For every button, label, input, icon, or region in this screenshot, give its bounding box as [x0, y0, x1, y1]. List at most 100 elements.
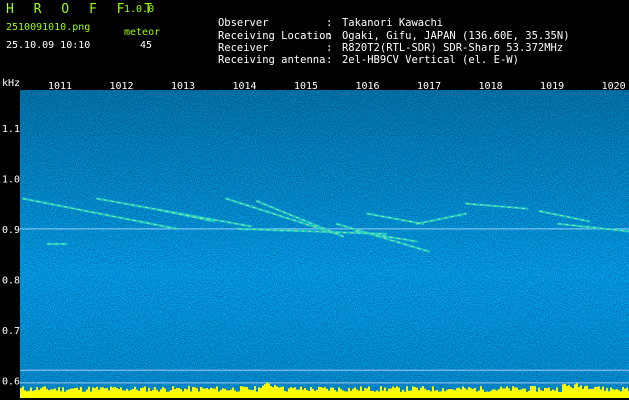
signal-bar	[570, 386, 572, 398]
signal-bar	[336, 391, 338, 398]
signal-bar	[78, 389, 80, 398]
signal-bar	[358, 390, 360, 398]
signal-bar	[166, 391, 168, 398]
signal-bar	[194, 387, 196, 398]
signal-bar	[184, 388, 186, 398]
signal-bar	[36, 387, 38, 398]
signal-bar	[424, 388, 426, 398]
signal-bar	[80, 386, 82, 398]
signal-bar	[626, 387, 628, 398]
signal-bar	[540, 390, 542, 398]
signal-bar	[420, 387, 422, 398]
signal-bar	[124, 390, 126, 398]
signal-bar	[356, 389, 358, 398]
signal-bar	[178, 387, 180, 398]
signal-bar	[288, 388, 290, 398]
signal-bar	[192, 386, 194, 398]
signal-bar	[54, 388, 56, 398]
signal-bar	[20, 388, 22, 398]
signal-bar	[170, 390, 172, 398]
signal-bar	[496, 390, 498, 398]
signal-bar	[610, 387, 612, 398]
signal-bar	[324, 387, 326, 398]
signal-bar	[558, 391, 560, 398]
signal-bar	[416, 387, 418, 398]
signal-bar	[32, 390, 34, 398]
signal-bar	[344, 391, 346, 398]
signal-bar	[542, 390, 544, 398]
signal-bar	[102, 387, 104, 398]
signal-bar	[50, 389, 52, 398]
signal-bar	[90, 391, 92, 398]
signal-bar	[290, 387, 292, 398]
signal-bar	[500, 386, 502, 398]
signal-bar	[586, 385, 588, 398]
signal-bar	[268, 383, 270, 398]
signal-bar	[118, 389, 120, 398]
signal-bar	[478, 390, 480, 398]
x-tick-label: 1020	[602, 81, 626, 92]
signal-bar	[418, 390, 420, 398]
signal-bar	[394, 387, 396, 398]
signal-bar	[584, 386, 586, 398]
signal-bar	[64, 391, 66, 398]
signal-bar	[112, 387, 114, 398]
signal-bar	[308, 390, 310, 398]
y-unit-label: kHz	[2, 78, 20, 89]
signal-bar	[622, 387, 624, 398]
signal-bar	[296, 389, 298, 398]
signal-bar	[312, 388, 314, 398]
signal-bar	[180, 389, 182, 398]
signal-bar	[492, 389, 494, 398]
signal-bar	[294, 387, 296, 398]
signal-bar	[56, 390, 58, 398]
signal-bar	[532, 386, 534, 398]
signal-bar	[556, 387, 558, 398]
signal-bar	[486, 391, 488, 398]
signal-bar	[146, 391, 148, 398]
signal-bar	[132, 388, 134, 398]
signal-bar	[360, 386, 362, 398]
x-tick-label: 1018	[479, 81, 503, 92]
signal-bar	[76, 387, 78, 398]
x-tick-label: 1019	[540, 81, 564, 92]
signal-bar	[596, 386, 598, 398]
signal-bar	[434, 390, 436, 398]
signal-bar	[592, 388, 594, 398]
signal-bar	[606, 388, 608, 398]
signal-bar	[128, 390, 130, 398]
signal-bar	[482, 389, 484, 398]
spectrogram-shade	[20, 90, 629, 393]
signal-bar	[198, 391, 200, 398]
signal-bar	[292, 387, 294, 398]
x-tick-label: 1012	[109, 81, 133, 92]
signal-bar	[168, 391, 170, 398]
signal-bar	[310, 386, 312, 398]
y-axis-labels: 1.1 1.0 0.9 0.8 0.7 0.6	[2, 124, 20, 388]
signal-bar	[430, 391, 432, 398]
signal-bar	[164, 388, 166, 398]
signal-bar	[462, 386, 464, 398]
signal-bar	[46, 388, 48, 398]
signal-bar	[572, 388, 574, 398]
signal-bar	[520, 389, 522, 398]
signal-bar	[608, 391, 610, 398]
signal-bar	[440, 391, 442, 398]
signal-bar	[104, 388, 106, 398]
signal-bar	[162, 386, 164, 398]
signal-bar	[604, 390, 606, 398]
signal-bar	[126, 388, 128, 398]
signal-bar	[380, 386, 382, 398]
signal-bar	[66, 390, 68, 398]
signal-bar	[474, 387, 476, 398]
signal-bar	[536, 391, 538, 398]
signal-bar	[252, 390, 254, 398]
signal-bar	[346, 391, 348, 398]
signal-bar	[408, 390, 410, 398]
signal-bar	[366, 388, 368, 398]
signal-bar	[206, 388, 208, 398]
signal-bar	[242, 386, 244, 398]
x-tick-label: 1014	[232, 81, 256, 92]
signal-bar	[220, 389, 222, 398]
signal-bar	[156, 389, 158, 398]
